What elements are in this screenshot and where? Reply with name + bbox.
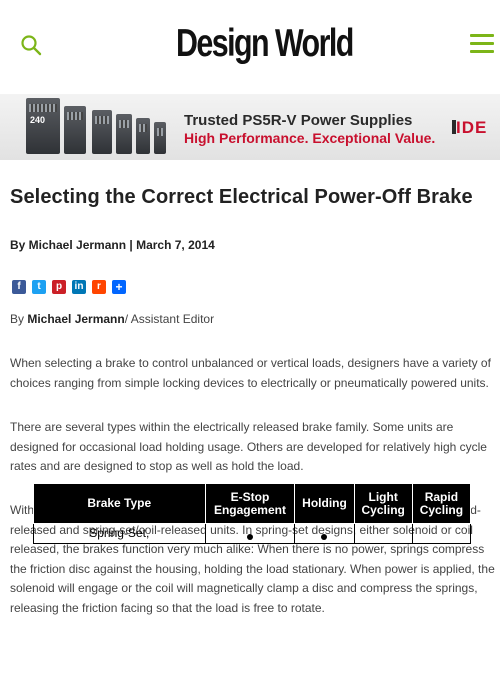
table-cell-light-cycling xyxy=(353,523,413,544)
share-bar: f t p in r + xyxy=(12,280,126,294)
table-header-light-cycling: Light Cycling xyxy=(353,483,413,524)
author-role: / Assistant Editor xyxy=(124,312,215,326)
search-button[interactable] xyxy=(18,32,46,60)
search-icon xyxy=(21,35,42,56)
article-paragraph: When selecting a brake to control unbala… xyxy=(10,356,491,390)
table-header-holding: Holding xyxy=(294,483,355,524)
linkedin-icon[interactable]: in xyxy=(72,280,86,294)
article-paragraph: There are several types within the elect… xyxy=(10,420,487,473)
hamburger-icon-bar xyxy=(470,50,494,53)
advertisement-banner[interactable]: 240 Trusted PS5R-V Power Supplies High P… xyxy=(0,94,500,160)
article-byline: By Michael Jermann | March 7, 2014 xyxy=(10,238,215,252)
table-cell-rapid-cycling xyxy=(411,523,472,544)
hamburger-menu-button[interactable] xyxy=(470,34,494,56)
table-cell-holding xyxy=(294,523,355,544)
table-cell-brake-type: Spring-Set, xyxy=(33,523,206,544)
share-plus-icon[interactable]: + xyxy=(112,280,126,294)
hamburger-icon-bar xyxy=(470,34,494,37)
table-row: Spring-Set, xyxy=(33,523,472,544)
power-supply-image xyxy=(64,106,86,154)
power-supply-image xyxy=(136,118,150,154)
table-header-rapid-cycling: Rapid Cycling xyxy=(411,483,472,524)
banner-subtitle: High Performance. Exceptional Value. xyxy=(184,130,436,146)
check-dot-icon xyxy=(246,534,253,540)
author-name-link[interactable]: Michael Jermann xyxy=(27,312,124,326)
reddit-icon[interactable]: r xyxy=(92,280,106,294)
facebook-icon[interactable]: f xyxy=(12,280,26,294)
table-header-brake-type: Brake Type xyxy=(33,483,206,524)
hamburger-icon-bar xyxy=(470,42,494,45)
table-cell-estop xyxy=(204,523,296,544)
power-supply-label: 240 xyxy=(30,115,46,125)
banner-title: Trusted PS5R-V Power Supplies xyxy=(184,112,413,129)
brake-comparison-table: Brake Type E-Stop Engagement Holding Ligh… xyxy=(33,483,472,544)
power-supply-image: 240 xyxy=(26,98,60,154)
site-header: Design World xyxy=(0,0,500,92)
power-supply-image xyxy=(92,110,112,154)
power-supply-image xyxy=(116,114,132,154)
table-header-row: Brake Type E-Stop Engagement Holding Ligh… xyxy=(33,483,472,524)
pinterest-icon[interactable]: p xyxy=(52,280,66,294)
check-dot-icon xyxy=(321,534,328,540)
site-logo[interactable]: Design World xyxy=(176,18,354,70)
author-line: By Michael Jermann/ Assistant Editor xyxy=(10,312,214,326)
twitter-icon[interactable]: t xyxy=(32,280,46,294)
banner-brand-logo: IDE xyxy=(456,118,488,137)
table-header-estop: E-Stop Engagement xyxy=(204,483,296,524)
article-title: Selecting the Correct Electrical Power-O… xyxy=(10,186,473,208)
power-supply-image xyxy=(154,122,166,154)
author-prefix: By xyxy=(10,312,28,326)
